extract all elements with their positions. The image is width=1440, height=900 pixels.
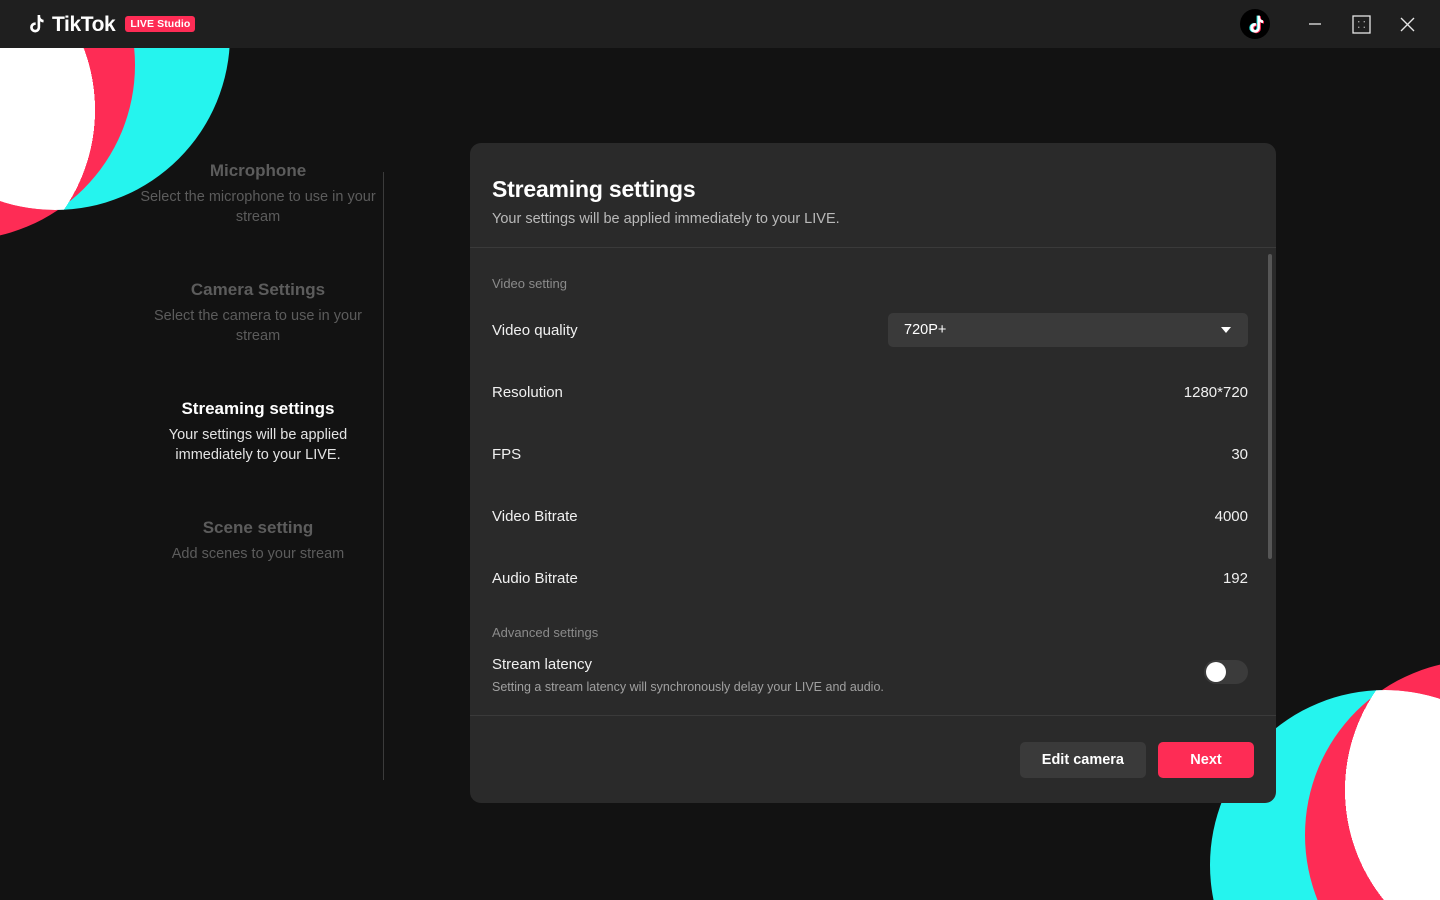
step-description: Select the microphone to use in your str… (130, 187, 386, 227)
fps-label: FPS (492, 446, 521, 463)
dialog-subtitle: Your settings will be applied immediatel… (492, 211, 1252, 227)
fps-row: FPS 30 (492, 439, 1248, 469)
page-title: Streaming settings (492, 176, 1252, 203)
video-quality-label: Video quality (492, 322, 578, 339)
video-quality-value: 720P+ (904, 322, 946, 338)
step-description: Select the camera to use in your stream (130, 306, 386, 346)
audio-bitrate-value: 192 (1223, 570, 1248, 587)
tiktok-avatar-icon[interactable] (1240, 9, 1270, 39)
app-window: TikTok LIVE Studio (0, 0, 1440, 900)
maximize-icon[interactable] (1338, 0, 1384, 48)
live-studio-badge: LIVE Studio (125, 16, 195, 32)
titlebar: TikTok LIVE Studio (0, 0, 1440, 48)
close-icon[interactable] (1384, 0, 1430, 48)
video-quality-select[interactable]: 720P+ (888, 313, 1248, 347)
stream-latency-row: Stream latency Setting a stream latency … (492, 656, 1248, 694)
sidebar-step-camera-settings[interactable]: Camera Settings Select the camera to use… (130, 279, 386, 346)
video-bitrate-value: 4000 (1215, 508, 1248, 525)
scrollbar-thumb[interactable] (1268, 254, 1272, 559)
video-bitrate-row: Video Bitrate 4000 (492, 501, 1248, 531)
stream-latency-text: Stream latency Setting a stream latency … (492, 656, 884, 694)
stream-latency-description: Setting a stream latency will synchronou… (492, 680, 884, 694)
audio-bitrate-label: Audio Bitrate (492, 570, 578, 587)
step-title: Scene setting (130, 517, 386, 540)
tiktok-note-icon (28, 15, 45, 34)
step-description: Add scenes to your stream (130, 544, 386, 564)
fps-value: 30 (1231, 446, 1248, 463)
edit-camera-button[interactable]: Edit camera (1020, 742, 1146, 778)
dialog-footer: Edit camera Next (470, 715, 1276, 803)
step-title: Streaming settings (130, 398, 386, 421)
next-button[interactable]: Next (1158, 742, 1254, 778)
streaming-settings-dialog: Streaming settings Your settings will be… (470, 143, 1276, 803)
sidebar-step-streaming-settings[interactable]: Streaming settings Your settings will be… (130, 398, 386, 465)
minimize-icon[interactable] (1292, 0, 1338, 48)
step-title: Camera Settings (130, 279, 386, 302)
setup-steps: Microphone Select the microphone to use … (130, 160, 386, 564)
resolution-row: Resolution 1280*720 (492, 377, 1248, 407)
stream-latency-label: Stream latency (492, 656, 884, 673)
resolution-value: 1280*720 (1184, 384, 1248, 401)
video-bitrate-label: Video Bitrate (492, 508, 578, 525)
video-quality-row: Video quality 720P+ (492, 315, 1248, 345)
dialog-header: Streaming settings Your settings will be… (470, 143, 1276, 247)
resolution-label: Resolution (492, 384, 563, 401)
advanced-settings-section-label: Advanced settings (492, 625, 1248, 640)
sidebar-step-scene-setting[interactable]: Scene setting Add scenes to your stream (130, 517, 386, 564)
step-description: Your settings will be applied immediatel… (130, 425, 386, 465)
toggle-knob (1206, 662, 1226, 682)
video-setting-section-label: Video setting (492, 276, 1248, 291)
window-controls (1240, 0, 1440, 48)
app-brand: TikTok LIVE Studio (28, 14, 195, 35)
brand-name: TikTok (52, 14, 115, 35)
dialog-scrollbar[interactable] (1268, 254, 1272, 714)
sidebar-step-microphone[interactable]: Microphone Select the microphone to use … (130, 160, 386, 227)
steps-rail-line (383, 172, 384, 780)
audio-bitrate-row: Audio Bitrate 192 (492, 563, 1248, 593)
step-title: Microphone (130, 160, 386, 183)
chevron-down-icon (1221, 327, 1231, 333)
decor-blob-red-bottom-right (1305, 660, 1440, 900)
stream-latency-toggle[interactable] (1204, 660, 1248, 684)
dialog-body: Video setting Video quality 720P+ Resolu… (470, 248, 1276, 715)
